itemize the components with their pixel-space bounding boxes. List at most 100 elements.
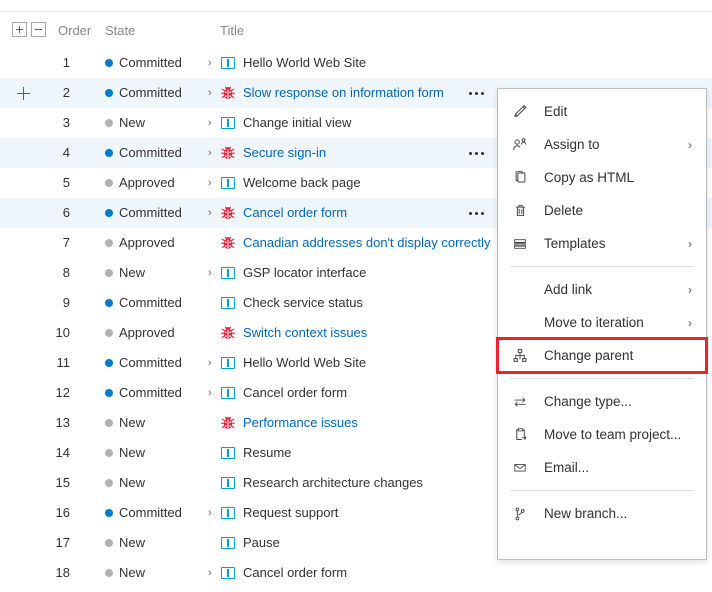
cell-order: 14 — [55, 445, 70, 460]
branch-icon — [510, 505, 530, 523]
state-label: Committed — [119, 85, 182, 100]
menu-item-change-parent[interactable]: Change parent — [496, 337, 708, 374]
cell-state: New — [105, 258, 145, 288]
state-dot-icon — [105, 479, 113, 487]
cell-order: 1 — [62, 55, 70, 70]
expand-chevron-icon[interactable]: › — [206, 177, 220, 189]
menu-item-delete[interactable]: Delete — [498, 194, 706, 227]
state-dot-icon — [105, 239, 113, 247]
bug-icon — [220, 325, 236, 341]
cell-title: › Cancel order form — [206, 378, 347, 408]
expand-chevron-icon[interactable]: › — [206, 357, 220, 369]
work-item-title-link[interactable]: Switch context issues — [243, 318, 367, 348]
cell-title: ›Resume — [206, 438, 291, 468]
state-label: Committed — [119, 295, 182, 310]
cell-title: › Change initial view — [206, 108, 351, 138]
menu-item-new-branch[interactable]: New branch... — [498, 497, 706, 530]
work-item-title-link[interactable]: Secure sign-in — [243, 138, 326, 168]
cell-state: Committed — [105, 78, 182, 108]
work-item-title-link[interactable]: Welcome back page — [243, 168, 361, 198]
expand-all-icon[interactable] — [12, 22, 27, 37]
row-more-actions-button[interactable] — [463, 138, 489, 168]
cell-title: › Secure sign-in — [206, 138, 326, 168]
cell-state: New — [105, 438, 145, 468]
menu-item-change-type[interactable]: Change type... — [498, 385, 706, 418]
cell-order: 7 — [62, 235, 70, 250]
work-item-title-link[interactable]: Hello World Web Site — [243, 48, 366, 78]
menu-item-move-to-team-project[interactable]: Move to team project... — [498, 418, 706, 451]
work-item-title-link[interactable]: Performance issues — [243, 408, 358, 438]
cell-state: New — [105, 528, 145, 558]
expand-chevron-icon[interactable]: › — [206, 507, 220, 519]
menu-item-label: Edit — [544, 104, 568, 119]
menu-item-templates[interactable]: Templates › — [498, 227, 706, 260]
state-label: Committed — [119, 205, 182, 220]
expand-chevron-icon[interactable]: › — [206, 147, 220, 159]
cell-state: Approved — [105, 168, 175, 198]
work-item-title-link[interactable]: Request support — [243, 498, 338, 528]
work-item-title-link[interactable]: Hello World Web Site — [243, 348, 366, 378]
work-item-title-link[interactable]: Cancel order form — [243, 378, 347, 408]
menu-item-assign-to[interactable]: Assign to › — [498, 128, 706, 161]
column-header-title[interactable]: Title — [220, 23, 244, 38]
menu-item-email[interactable]: Email... — [498, 451, 706, 484]
menu-item-copy-as-html[interactable]: Copy as HTML — [498, 161, 706, 194]
menu-item-move-to-iteration[interactable]: Move to iteration › — [498, 306, 706, 339]
table-row[interactable]: 1 Committed › Hello World Web Site — [0, 48, 712, 78]
cell-order: 16 — [55, 505, 70, 520]
cell-state: New — [105, 108, 145, 138]
work-item-title-link[interactable]: Check service status — [243, 288, 363, 318]
work-item-title-link[interactable]: Resume — [243, 438, 291, 468]
state-label: New — [119, 565, 146, 580]
expand-chevron-icon[interactable]: › — [206, 57, 220, 69]
column-header-state[interactable]: State — [105, 23, 135, 38]
cell-order: 4 — [62, 145, 70, 160]
menu-item-edit[interactable]: Edit — [498, 95, 706, 128]
swap-arrows-icon — [510, 393, 530, 411]
expand-chevron-icon[interactable]: › — [206, 267, 220, 279]
expand-chevron-icon[interactable]: › — [206, 387, 220, 399]
work-item-title-link[interactable]: GSP locator interface — [243, 258, 366, 288]
user-story-icon — [220, 565, 236, 581]
state-label: New — [119, 535, 146, 550]
row-more-actions-button[interactable] — [463, 78, 489, 108]
context-menu: Edit Assign to › Copy as HTML Delete Template… — [496, 88, 708, 560]
work-item-title-link[interactable]: Pause — [243, 528, 280, 558]
state-label: New — [119, 265, 146, 280]
menu-item-add-link[interactable]: Add link › — [498, 273, 706, 306]
state-label: Approved — [119, 325, 175, 340]
cell-state: Committed — [105, 48, 182, 78]
envelope-icon — [510, 459, 530, 477]
submenu-chevron-icon: › — [688, 236, 692, 251]
add-child-button[interactable] — [14, 78, 32, 108]
cell-order: 3 — [62, 115, 70, 130]
expand-chevron-icon[interactable]: › — [206, 567, 220, 579]
expand-chevron-icon[interactable]: › — [206, 117, 220, 129]
cell-state: Committed — [105, 138, 182, 168]
menu-item-label: Assign to — [544, 137, 600, 152]
hierarchy-icon — [510, 347, 530, 365]
ellipsis-icon — [468, 211, 484, 215]
collapse-all-icon[interactable] — [31, 22, 46, 37]
work-item-title-link[interactable]: Change initial view — [243, 108, 351, 138]
row-more-actions-button[interactable] — [463, 198, 489, 228]
submenu-chevron-icon: › — [688, 137, 692, 152]
menu-item-label: Move to team project... — [544, 427, 682, 442]
work-item-title-link[interactable]: Cancel order form — [243, 198, 347, 228]
cell-title: ›Switch context issues — [206, 318, 367, 348]
state-dot-icon — [105, 299, 113, 307]
column-header-order[interactable]: Order — [58, 23, 91, 38]
state-label: Committed — [119, 55, 182, 70]
work-item-title-link[interactable]: Slow response on information form — [243, 78, 444, 108]
table-row[interactable]: 18 New › Cancel order form — [0, 558, 712, 588]
menu-separator — [510, 378, 694, 379]
work-item-title-link[interactable]: Cancel order form — [243, 558, 347, 588]
state-dot-icon — [105, 59, 113, 67]
state-label: Approved — [119, 235, 175, 250]
menu-item-label: Copy as HTML — [544, 170, 635, 185]
expand-chevron-icon[interactable]: › — [206, 207, 220, 219]
work-item-title-link[interactable]: Canadian addresses don't display correct… — [243, 228, 490, 258]
work-item-title-link[interactable]: Research architecture changes — [243, 468, 423, 498]
expand-chevron-icon[interactable]: › — [206, 87, 220, 99]
user-story-icon — [220, 535, 236, 551]
